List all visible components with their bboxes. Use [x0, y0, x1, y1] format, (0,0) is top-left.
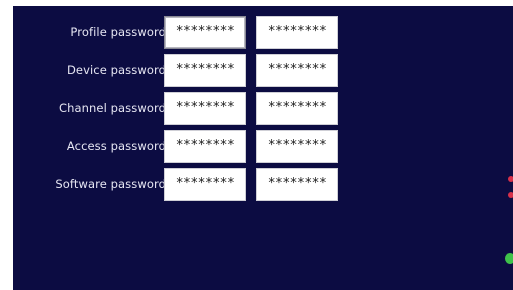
channel-password-field[interactable]: ********: [164, 92, 246, 125]
red-dot-icon: [508, 176, 513, 182]
profile-password-row: Profile password: ******** ********: [13, 16, 353, 50]
software-password-label: Software password:: [55, 177, 170, 191]
channel-password-label: Channel password:: [58, 101, 170, 115]
access-password-row: Access password: ******** ********: [13, 130, 353, 164]
device-password-confirm-field[interactable]: ********: [256, 54, 338, 87]
password-settings-panel: Profile password: ******** ******** Devi…: [13, 6, 513, 290]
software-password-field[interactable]: ********: [164, 168, 246, 201]
access-password-confirm-field[interactable]: ********: [256, 130, 338, 163]
access-password-field[interactable]: ********: [164, 130, 246, 163]
profile-password-confirm-field[interactable]: ********: [256, 16, 338, 49]
device-password-field[interactable]: ********: [164, 54, 246, 87]
green-dot-icon: [505, 253, 513, 264]
red-dot-icon: [508, 192, 513, 198]
access-password-label: Access password:: [66, 139, 170, 153]
channel-password-row: Channel password: ******** ********: [13, 92, 353, 126]
channel-password-confirm-field[interactable]: ********: [256, 92, 338, 125]
software-password-row: Software password: ******** ********: [13, 168, 353, 202]
profile-password-label: Profile password:: [70, 25, 170, 39]
profile-password-field[interactable]: ********: [164, 16, 246, 49]
device-password-row: Device password: ******** ********: [13, 54, 353, 88]
device-password-label: Device password:: [66, 63, 170, 77]
software-password-confirm-field[interactable]: ********: [256, 168, 338, 201]
screen: Profile password: ******** ******** Devi…: [0, 0, 513, 290]
